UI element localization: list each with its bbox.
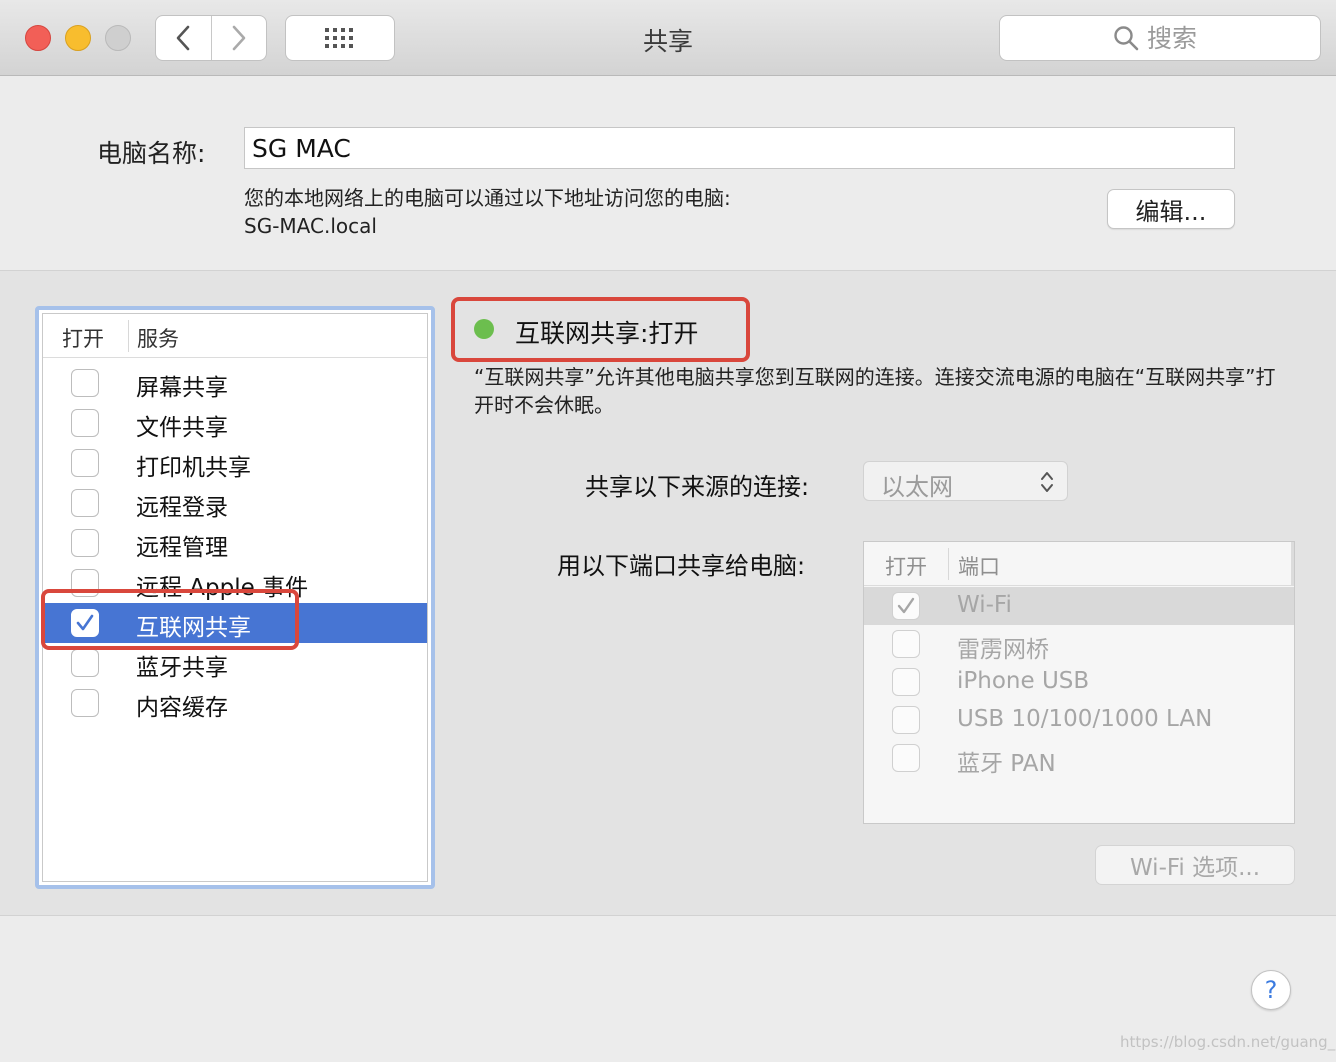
port-label: USB 10/100/1000 LAN xyxy=(957,706,1213,732)
port-label: Wi-Fi xyxy=(957,592,1012,618)
port-label: iPhone USB xyxy=(957,668,1090,694)
service-label: 屏幕共享 xyxy=(136,375,228,401)
service-row-remote-login[interactable]: 远程登录 xyxy=(43,483,427,523)
header-separator xyxy=(128,320,129,352)
chevron-right-icon xyxy=(232,25,246,51)
share-from-select[interactable]: 以太网 xyxy=(863,461,1068,501)
chevron-left-icon xyxy=(176,25,190,51)
show-all-button[interactable] xyxy=(285,15,395,61)
service-label: 远程登录 xyxy=(136,495,228,521)
service-checkbox[interactable] xyxy=(71,489,99,517)
updown-arrows-icon xyxy=(1041,472,1053,492)
port-row-thunderbolt-bridge[interactable]: 雷雳网桥 xyxy=(864,625,1294,663)
port-row-usb-lan[interactable]: USB 10/100/1000 LAN xyxy=(864,701,1294,739)
search-field[interactable] xyxy=(999,15,1321,61)
wifi-options-button[interactable]: Wi-Fi 选项... xyxy=(1095,845,1295,885)
ports-header-on[interactable]: 打开 xyxy=(885,551,927,581)
forward-button[interactable] xyxy=(210,16,267,60)
service-row-content-caching[interactable]: 内容缓存 xyxy=(43,683,427,723)
title-bar: 共享 xyxy=(0,0,1336,76)
status-title: 互联网共享:打开 xyxy=(515,319,699,348)
services-table: 打开 服务 屏幕共享 文件共享 打印机共享 远程登录 远程管理 远程 Apple… xyxy=(42,313,428,882)
port-label: 雷雳网桥 xyxy=(957,637,1049,663)
port-row-wifi[interactable]: Wi-Fi xyxy=(864,587,1294,625)
header-service[interactable]: 服务 xyxy=(137,323,179,353)
share-from-label: 共享以下来源的连接: xyxy=(585,473,810,501)
service-label: 蓝牙共享 xyxy=(136,655,228,681)
service-row-screen-sharing[interactable]: 屏幕共享 xyxy=(43,363,427,403)
share-to-label: 用以下端口共享给电脑: xyxy=(557,552,806,580)
service-checkbox[interactable] xyxy=(71,409,99,437)
grid-icon xyxy=(325,28,353,48)
port-label: 蓝牙 PAN xyxy=(957,751,1056,777)
computer-name-input[interactable] xyxy=(244,127,1235,169)
computer-name-section xyxy=(0,77,1336,270)
computer-name-label: 电脑名称: xyxy=(97,139,206,168)
watermark: https://blog.csdn.net/guang_s xyxy=(1120,1033,1336,1051)
service-checkbox[interactable] xyxy=(71,449,99,477)
services-table-header: 打开 服务 xyxy=(43,314,427,358)
close-window-button[interactable] xyxy=(25,25,51,51)
minimize-window-button[interactable] xyxy=(65,25,91,51)
service-row-remote-management[interactable]: 远程管理 xyxy=(43,523,427,563)
port-checkbox[interactable] xyxy=(892,706,920,734)
service-row-remote-apple-events[interactable]: 远程 Apple 事件 xyxy=(43,563,427,603)
ports-header-port[interactable]: 端口 xyxy=(958,551,1000,581)
service-label: 打印机共享 xyxy=(136,455,251,481)
service-description: “互联网共享”允许其他电脑共享您到互联网的连接。连接交流电源的电脑在“互联网共享… xyxy=(474,365,1276,417)
port-checkbox[interactable] xyxy=(892,744,920,772)
ports-header-separator xyxy=(948,548,949,580)
back-button[interactable] xyxy=(156,16,211,60)
service-checkbox[interactable] xyxy=(71,689,99,717)
port-checkbox[interactable] xyxy=(892,668,920,696)
service-checkbox[interactable] xyxy=(71,609,99,637)
service-label: 文件共享 xyxy=(136,415,228,441)
port-checkbox[interactable] xyxy=(892,630,920,658)
service-row-internet-sharing[interactable]: 互联网共享 xyxy=(43,603,427,643)
zoom-window-button[interactable] xyxy=(105,25,131,51)
service-checkbox[interactable] xyxy=(71,529,99,557)
status-indicator xyxy=(474,319,494,339)
ports-table-header: 打开 端口 xyxy=(864,542,1294,586)
service-checkbox[interactable] xyxy=(71,569,99,597)
local-address: SG-MAC.local xyxy=(244,214,377,238)
checkmark-icon xyxy=(76,614,94,631)
checkmark-icon xyxy=(897,597,915,614)
edit-button[interactable]: 编辑... xyxy=(1107,189,1235,229)
share-from-value: 以太网 xyxy=(881,473,953,501)
ports-table: 打开 端口 Wi-Fi 雷雳网桥 iPhone USB USB 10/100/1… xyxy=(863,541,1295,824)
service-label: 互联网共享 xyxy=(136,615,251,641)
search-input[interactable] xyxy=(1147,23,1207,53)
help-button[interactable]: ? xyxy=(1251,970,1291,1010)
search-icon xyxy=(1114,26,1139,51)
window-title: 共享 xyxy=(642,27,693,56)
ports-header-edge xyxy=(1291,542,1294,586)
service-checkbox[interactable] xyxy=(71,649,99,677)
service-label: 远程管理 xyxy=(136,535,228,561)
port-row-iphone-usb[interactable]: iPhone USB xyxy=(864,663,1294,701)
service-row-bluetooth-sharing[interactable]: 蓝牙共享 xyxy=(43,643,427,683)
address-note: 您的本地网络上的电脑可以通过以下地址访问您的电脑: SG-MAC.local xyxy=(244,184,731,240)
address-note-text: 您的本地网络上的电脑可以通过以下地址访问您的电脑: xyxy=(244,186,731,210)
service-row-printer-sharing[interactable]: 打印机共享 xyxy=(43,443,427,483)
port-checkbox[interactable] xyxy=(892,592,920,620)
service-label: 远程 Apple 事件 xyxy=(136,575,309,601)
service-row-file-sharing[interactable]: 文件共享 xyxy=(43,403,427,443)
port-row-bluetooth-pan[interactable]: 蓝牙 PAN xyxy=(864,739,1294,777)
service-checkbox[interactable] xyxy=(71,369,99,397)
header-on[interactable]: 打开 xyxy=(62,323,104,353)
service-label: 内容缓存 xyxy=(136,695,228,721)
navigation-buttons xyxy=(155,15,267,61)
services-list: 打开 服务 屏幕共享 文件共享 打印机共享 远程登录 远程管理 远程 Apple… xyxy=(35,306,435,889)
